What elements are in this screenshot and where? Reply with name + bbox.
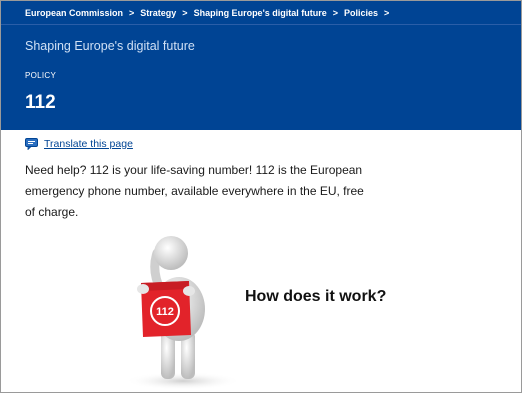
figure-holding-112-sign-image: 112: [125, 236, 241, 390]
content-type-label: POLICY: [25, 71, 57, 80]
translate-control[interactable]: Translate this page: [25, 138, 133, 150]
how-does-it-work-heading: How does it work?: [245, 288, 387, 305]
breadcrumb-separator: >: [384, 7, 390, 18]
page-title: 112: [25, 92, 56, 113]
breadcrumb-european-commission[interactable]: European Commission: [25, 8, 123, 18]
speech-bubble-icon: [25, 138, 38, 150]
breadcrumb-separator: >: [332, 7, 338, 18]
breadcrumb: European Commission > Strategy > Shaping…: [1, 1, 521, 25]
breadcrumb-separator: >: [182, 7, 188, 18]
breadcrumb-separator: >: [129, 7, 135, 18]
site-title-link[interactable]: Shaping Europe's digital future: [25, 39, 195, 53]
page-header: Shaping Europe's digital future POLICY 1…: [1, 25, 521, 130]
page-frame: European Commission > Strategy > Shaping…: [0, 0, 522, 393]
breadcrumb-strategy[interactable]: Strategy: [140, 8, 176, 18]
intro-paragraph: Need help? 112 is your life-saving numbe…: [25, 163, 364, 219]
translate-link[interactable]: Translate this page: [44, 138, 133, 150]
sign-112-text: 112: [156, 306, 174, 318]
breadcrumb-digital-future[interactable]: Shaping Europe's digital future: [194, 8, 327, 18]
breadcrumb-policies[interactable]: Policies: [344, 8, 378, 18]
